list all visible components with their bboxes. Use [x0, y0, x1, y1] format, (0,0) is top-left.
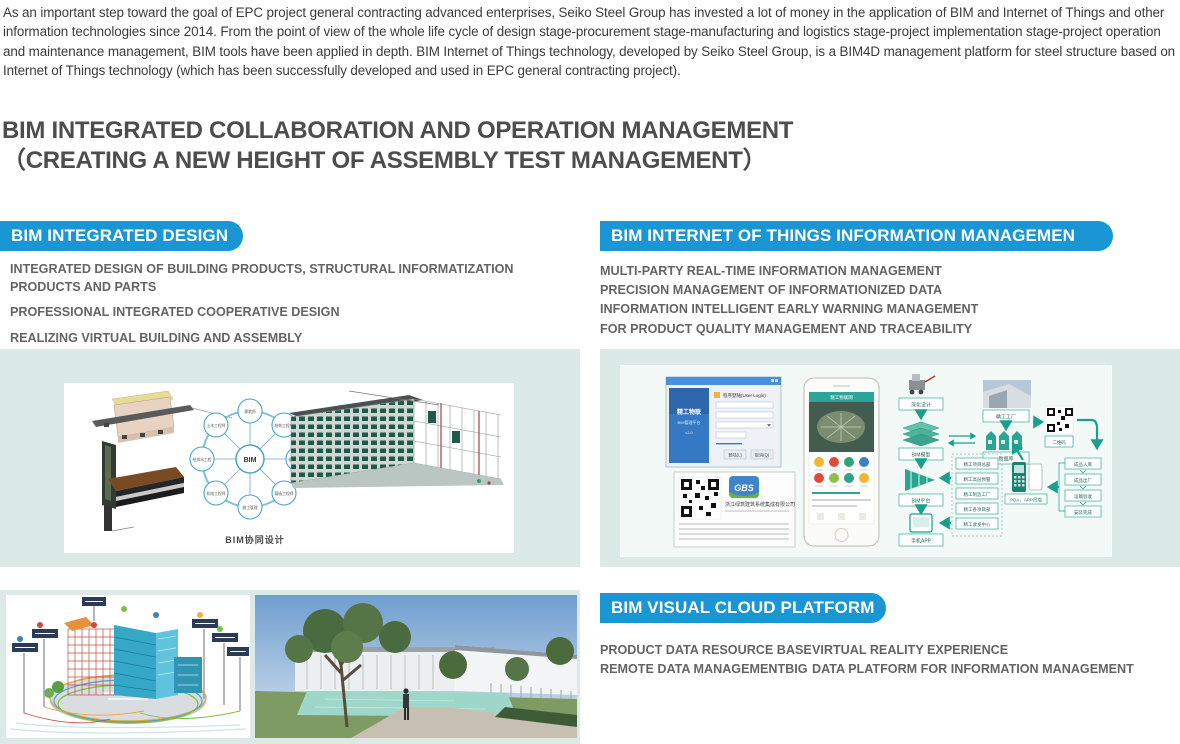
hub-center-label: BIM: [244, 457, 257, 464]
list-item: REALIZING VIRTUAL BUILDING AND ASSEMBLY: [10, 330, 550, 348]
mobile-phone-icon: [910, 514, 932, 532]
gbs-card-image: GBS 浙江绿筑建筑系统集成有限公司: [674, 472, 795, 547]
flow-label: 深化设计: [911, 402, 931, 409]
flow-label: 二维码: [1052, 439, 1066, 446]
iot-management-bullets: MULTI-PARTY REAL-TIME INFORMATION MANAGE…: [600, 262, 1160, 339]
list-item: MULTI-PARTY REAL-TIME INFORMATION MANAGE…: [600, 262, 1160, 281]
flow-label: 运输验收: [1074, 493, 1092, 500]
platform-diagram-image: [6, 595, 250, 738]
list-item: VIRTUAL REALITY EXPERIENCE: [812, 641, 1134, 660]
section-header-bim-iot-management: BIM INTERNET OF THINGS INFORMATION MANAG…: [600, 221, 1113, 251]
platform-diagram-illustration: [6, 595, 250, 738]
iot-figure-panel: 精工物联 BIM管理平台 v2.0 程序登陆(User Login) 登陆(L)…: [600, 349, 1180, 567]
list-item: DATA PLATFORM FOR INFORMATION MANAGEMENT: [812, 660, 1134, 679]
flow-label: 精工工厂: [996, 414, 1016, 421]
dashed-item: 精工项目总部: [964, 461, 991, 468]
visual-cloud-bullets: PRODUCT DATA RESOURCE BASEREMOTE DATA MA…: [600, 641, 1134, 679]
smartphone-image: 精工物联网: [804, 378, 879, 546]
login-form-title: 程序登陆(User Login): [723, 392, 766, 399]
flow-label: BIM模型: [912, 452, 931, 459]
tree: [439, 651, 467, 679]
visual-cloud-bullets-col2: VIRTUAL REALITY EXPERIENCEDATA PLATFORM …: [812, 641, 1134, 679]
list-item: INFORMATION INTELLIGENT EARLY WARNING MA…: [600, 300, 1160, 319]
list-item: PRODUCT DATA RESOURCE BASE: [600, 641, 812, 660]
hub-node-label: 土木工程师: [207, 423, 226, 428]
hub-node-label: 机电工程师: [207, 491, 226, 496]
hub-node-label: 幕墙工程师: [275, 491, 294, 496]
flow-label: 安装完成: [1074, 509, 1092, 516]
gbs-logo: GBS: [729, 476, 759, 498]
hub-node-label: 施工管理: [242, 505, 257, 510]
tree: [546, 637, 574, 665]
corner-joint-detail-image: [102, 441, 184, 531]
flow-label: 数据库: [998, 456, 1013, 463]
page-title: BIM INTEGRATED COLLABORATION AND OPERATI…: [2, 116, 793, 176]
cancel-button: 取消(Q): [755, 452, 770, 459]
section-header-bim-integrated-design: BIM INTEGRATED DESIGN: [0, 221, 243, 251]
dashed-item: 精工高层预警: [964, 476, 991, 483]
flow-label: BIM平台: [912, 498, 931, 505]
login-sidebar-version: v2.0: [685, 430, 693, 435]
page-title-line2: （CREATING A NEW HEIGHT OF ASSEMBLY TEST …: [2, 146, 793, 176]
login-button: 登陆(L): [728, 452, 742, 459]
flow-label: 成品出厂: [1074, 477, 1092, 484]
qr-code-icon: [1045, 406, 1073, 434]
gbs-company-name: 浙江绿筑建筑系统集成有限公司: [725, 501, 795, 508]
campus-rendering-illustration: [255, 595, 577, 738]
list-item: PRECISION MANAGEMENT OF INFORMATIONIZED …: [600, 281, 1160, 300]
tree: [44, 688, 54, 698]
gbs-logo-text: GBS: [734, 483, 754, 493]
funnel-icon: [905, 469, 935, 491]
figure-caption: BIM协同设计: [225, 534, 285, 545]
integrated-design-bullets: INTEGRATED DESIGN OF BUILDING PRODUCTS, …: [10, 261, 550, 355]
chain-connectors: [1059, 463, 1086, 511]
iot-flowchart-illustration: 精工物联 BIM管理平台 v2.0 程序登陆(User Login) 登陆(L)…: [621, 366, 1111, 556]
flow-column-design: 深化设计 BIM模型 BIM平台: [899, 374, 943, 546]
login-sidebar-subtitle: BIM管理平台: [677, 419, 700, 425]
list-item: INTEGRATED DESIGN OF BUILDING PRODUCTS, …: [10, 261, 550, 296]
list-item: REMOTE DATA MANAGEMENTBIG: [600, 660, 812, 679]
hub-node-label: 建筑师: [244, 409, 256, 414]
login-sidebar-title: 精工物联: [677, 408, 701, 416]
visual-cloud-bullets-col1: PRODUCT DATA RESOURCE BASEREMOTE DATA MA…: [600, 641, 812, 679]
bim-model-icon: [903, 422, 939, 446]
integrated-design-figure-panel: BIM 建筑师 结构工程师 暖通工程师 幕墙工程师 施工管理 机电工程师 给排水…: [0, 349, 580, 567]
dashed-item: 精工收发中心: [964, 521, 991, 528]
login-window-image: 精工物联 BIM管理平台 v2.0 程序登陆(User Login) 登陆(L)…: [666, 377, 781, 467]
tree: [505, 657, 529, 681]
intro-paragraph: As an important step toward the goal of …: [3, 3, 1177, 80]
dashed-item: 精工各项目部: [964, 506, 991, 513]
campus-rendering-image: [255, 595, 577, 738]
iot-figure: 精工物联 BIM管理平台 v2.0 程序登陆(User Login) 登陆(L)…: [620, 365, 1112, 557]
list-item: FOR PRODUCT QUALITY MANAGEMENT AND TRACE…: [600, 320, 1160, 339]
flow-label: 成品入库: [1074, 461, 1092, 468]
integrated-design-figure: BIM 建筑师 结构工程师 暖通工程师 幕墙工程师 施工管理 机电工程师 给排水…: [64, 383, 514, 553]
bottom-photos-panel: [0, 590, 580, 744]
section-header-bim-visual-cloud: BIM VISUAL CLOUD PLATFORM: [600, 593, 886, 623]
management-list-group: 精工项目总部 精工高层预警 精工制造工厂 精工各项目部 精工收发中心: [941, 454, 1002, 536]
app-header-title: 精工物联网: [830, 394, 853, 401]
hub-node-label: 给排水工程: [193, 457, 212, 462]
page-title-line1: BIM INTEGRATED COLLABORATION AND OPERATI…: [2, 116, 793, 146]
database-icon: [986, 431, 1022, 450]
list-item: PROFESSIONAL INTEGRATED COOPERATIVE DESI…: [10, 304, 550, 322]
factory-photo-thumbnail: [983, 380, 1031, 408]
qr-code-icon: [679, 477, 721, 519]
flow-label: 手机APP: [911, 538, 932, 545]
dashed-item: 精工制造工厂: [964, 491, 991, 498]
tree: [52, 681, 64, 693]
bim-collaboration-illustration: BIM 建筑师 结构工程师 暖通工程师 幕墙工程师 施工管理 机电工程师 给排水…: [64, 383, 514, 553]
machinery-icon: [909, 374, 935, 394]
pda-label: PDA、APP扫描: [1010, 497, 1042, 504]
building-model-image: [289, 391, 504, 488]
